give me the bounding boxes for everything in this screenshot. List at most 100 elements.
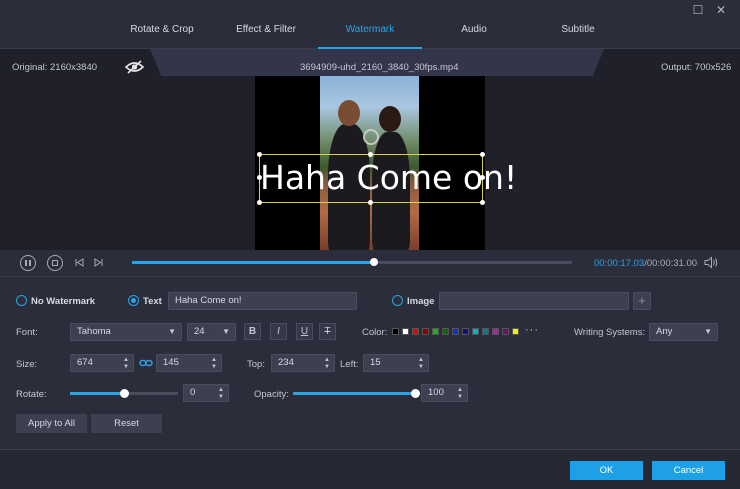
color-swatch[interactable] — [512, 328, 519, 335]
color-swatch[interactable] — [412, 328, 419, 335]
bold-button[interactable]: B — [244, 323, 261, 340]
color-swatch[interactable] — [442, 328, 449, 335]
rotate-slider-fill — [70, 392, 124, 395]
seek-thumb[interactable] — [370, 258, 378, 266]
image-watermark-radio[interactable] — [392, 295, 403, 306]
font-label: Font: — [16, 327, 38, 338]
watermark-text-input[interactable]: Haha Come on! — [168, 292, 357, 310]
eye-off-icon[interactable] — [125, 60, 144, 74]
watermark-preview-text[interactable]: Haha Come on! — [260, 156, 517, 200]
current-time: 00:00:17.03 — [594, 258, 645, 269]
resize-handle[interactable] — [480, 200, 485, 205]
stepper-down-icon[interactable]: ▼ — [417, 364, 425, 371]
output-resolution: Output: 700x526 — [661, 62, 732, 73]
stepper-up-icon[interactable]: ▲ — [456, 387, 464, 394]
color-swatch[interactable] — [432, 328, 439, 335]
resize-handle[interactable] — [257, 200, 262, 205]
height-value: 145 — [163, 357, 179, 368]
head-left — [338, 100, 360, 126]
top-stepper[interactable]: 234 ▲ ▼ — [271, 354, 335, 372]
stepper-up-icon[interactable]: ▲ — [217, 387, 225, 394]
opacity-label: Opacity: — [254, 389, 289, 400]
writing-systems-select[interactable]: Any ▼ — [649, 323, 718, 341]
color-swatch[interactable] — [482, 328, 489, 335]
color-swatch[interactable] — [402, 328, 409, 335]
add-image-button[interactable]: + — [633, 292, 651, 310]
tab-watermark[interactable]: Watermark — [318, 24, 422, 40]
next-frame-icon[interactable] — [93, 257, 104, 268]
stepper-down-icon[interactable]: ▼ — [456, 394, 464, 401]
stepper-down-icon[interactable]: ▼ — [323, 364, 331, 371]
strikethrough-button[interactable]: T — [319, 323, 336, 340]
tab-audio[interactable]: Audio — [440, 24, 508, 40]
rotate-handle-icon[interactable] — [363, 129, 379, 145]
left-stepper[interactable]: 15 ▲ ▼ — [363, 354, 429, 372]
color-swatch[interactable] — [452, 328, 459, 335]
time-display: 00:00:17.03/00:00:31.00 — [594, 258, 697, 269]
stepper-up-icon[interactable]: ▲ — [417, 357, 425, 364]
text-watermark-radio[interactable] — [128, 295, 139, 306]
more-colors-button[interactable]: ··· — [525, 324, 539, 336]
opacity-slider-thumb[interactable] — [410, 389, 420, 398]
color-swatch[interactable] — [492, 328, 499, 335]
opacity-stepper[interactable]: 100 ▲ ▼ — [421, 384, 468, 402]
color-swatch[interactable] — [462, 328, 469, 335]
size-label: Size: — [16, 359, 38, 370]
left-label: Left: — [340, 359, 359, 370]
pause-icon — [25, 260, 31, 266]
font-family-select[interactable]: Tahoma ▼ — [70, 323, 182, 341]
rotate-value: 0 — [190, 387, 196, 398]
maximize-icon[interactable]: ☐ — [691, 3, 705, 17]
text-watermark-label[interactable]: Text — [143, 296, 162, 307]
opacity-value: 100 — [428, 387, 444, 398]
previous-frame-icon[interactable] — [74, 257, 85, 268]
rotate-slider-thumb[interactable] — [119, 389, 129, 398]
no-watermark-label[interactable]: No Watermark — [31, 296, 95, 307]
writing-systems-label: Writing Systems: — [574, 327, 646, 338]
volume-icon[interactable] — [704, 256, 718, 269]
rotate-stepper[interactable]: 0 ▲ ▼ — [183, 384, 229, 402]
rotate-label: Rotate: — [16, 389, 47, 400]
stop-icon — [52, 260, 58, 266]
image-watermark-label[interactable]: Image — [407, 296, 434, 307]
font-size-select[interactable]: 24 ▼ — [187, 323, 236, 341]
stepper-down-icon[interactable]: ▼ — [210, 364, 218, 371]
total-time: /00:00:31.00 — [644, 258, 698, 269]
image-path-input[interactable] — [439, 292, 629, 310]
italic-button[interactable]: I — [270, 323, 287, 340]
left-value: 15 — [370, 357, 381, 368]
color-swatch[interactable] — [502, 328, 509, 335]
writing-systems-value: Any — [656, 326, 673, 337]
cancel-button[interactable]: Cancel — [652, 461, 725, 480]
width-value: 674 — [77, 357, 93, 368]
apply-to-all-button[interactable]: Apply to All — [16, 414, 87, 433]
no-watermark-radio[interactable] — [16, 295, 27, 306]
color-swatch[interactable] — [392, 328, 399, 335]
close-icon[interactable]: ✕ — [714, 3, 728, 17]
seek-bar-progress — [132, 261, 374, 264]
resize-handle[interactable] — [368, 200, 373, 205]
top-value: 234 — [278, 357, 294, 368]
chevron-down-icon: ▼ — [222, 327, 230, 336]
stepper-up-icon[interactable]: ▲ — [323, 357, 331, 364]
tab-rotate-crop[interactable]: Rotate & Crop — [120, 24, 204, 40]
ok-button[interactable]: OK — [570, 461, 643, 480]
tab-subtitle[interactable]: Subtitle — [544, 24, 612, 40]
reset-button[interactable]: Reset — [91, 414, 162, 433]
height-stepper[interactable]: 145 ▲ ▼ — [156, 354, 222, 372]
font-size-value: 24 — [194, 326, 205, 337]
color-swatch[interactable] — [472, 328, 479, 335]
stepper-down-icon[interactable]: ▼ — [217, 394, 225, 401]
width-stepper[interactable]: 674 ▲ ▼ — [70, 354, 134, 372]
tab-effect-filter[interactable]: Effect & Filter — [224, 24, 308, 40]
stepper-up-icon[interactable]: ▲ — [210, 357, 218, 364]
stepper-down-icon[interactable]: ▼ — [122, 364, 130, 371]
chevron-down-icon: ▼ — [168, 327, 176, 336]
link-icon[interactable] — [139, 358, 153, 368]
underline-button[interactable]: U — [296, 323, 313, 340]
top-label: Top: — [247, 359, 265, 370]
stepper-up-icon[interactable]: ▲ — [122, 357, 130, 364]
color-swatch[interactable] — [422, 328, 429, 335]
head-right — [379, 106, 401, 132]
opacity-slider-fill — [293, 392, 415, 395]
